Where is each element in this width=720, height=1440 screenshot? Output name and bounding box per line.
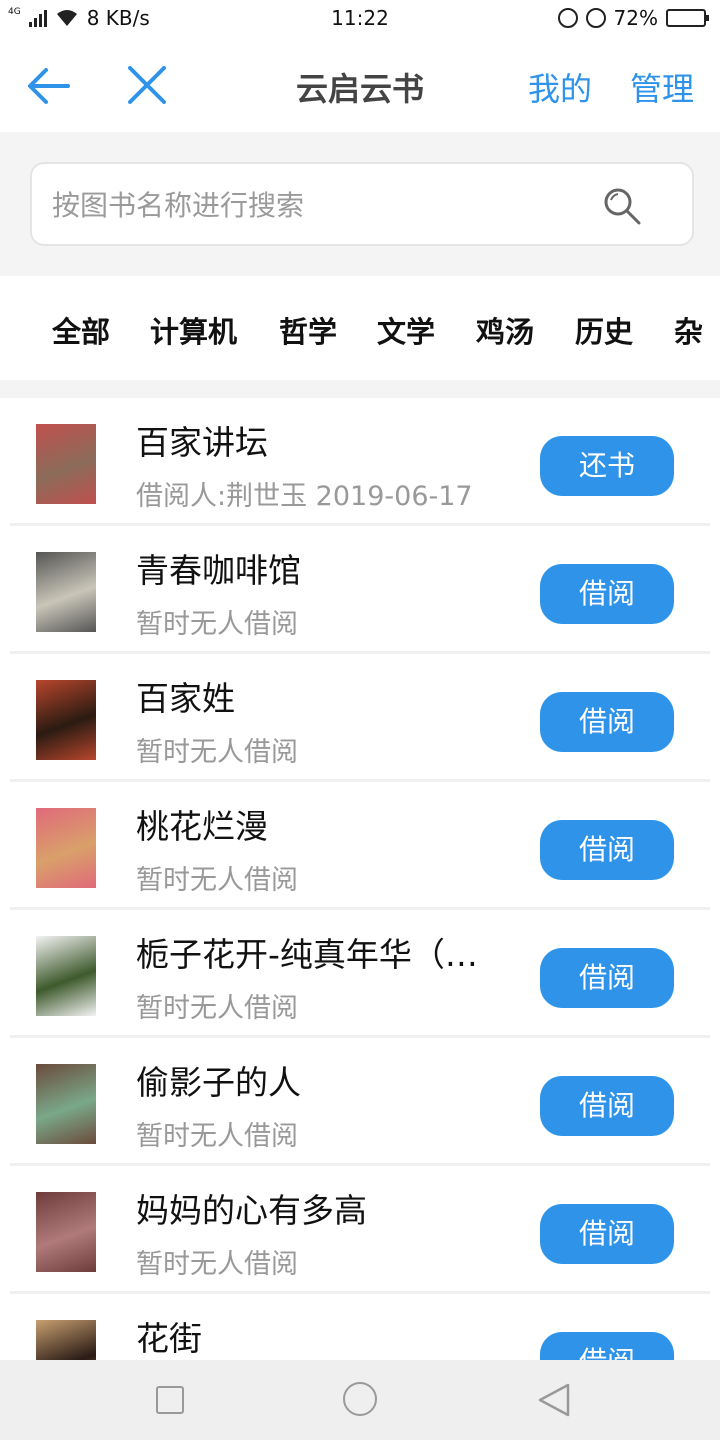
book-status: 暂时无人借阅 <box>136 737 298 768</box>
book-row[interactable]: 妈妈的心有多高 暂时无人借阅 借阅 <box>10 1166 710 1294</box>
status-bar: 4G 8 KB/s 11:22 72% <box>0 0 720 38</box>
book-cover <box>36 1320 96 1360</box>
rotation-lock-icon <box>557 8 578 28</box>
book-title: 百家讲坛 <box>136 423 268 462</box>
borrow-button[interactable]: 借阅 <box>540 1204 674 1264</box>
manage-link[interactable]: 管理 <box>630 64 694 110</box>
book-row[interactable]: 偷影子的人 暂时无人借阅 借阅 <box>10 1038 710 1166</box>
search-box[interactable] <box>30 162 694 246</box>
status-right: 72% <box>557 6 709 30</box>
book-row[interactable]: 花街 借阅 <box>10 1294 710 1360</box>
page-title: 云启云书 <box>295 70 424 108</box>
category-misc[interactable]: 杂 <box>674 309 703 351</box>
book-cover <box>36 808 96 888</box>
return-button[interactable]: 还书 <box>540 436 674 496</box>
book-status: 暂时无人借阅 <box>136 1249 298 1280</box>
alarm-icon <box>585 8 606 28</box>
borrow-button[interactable]: 借阅 <box>540 1332 674 1360</box>
book-cover <box>36 680 96 760</box>
book-row[interactable]: 栀子花开-纯真年华（… 暂时无人借阅 借阅 <box>10 910 710 1038</box>
borrow-button[interactable]: 借阅 <box>540 692 674 752</box>
mine-link[interactable]: 我的 <box>528 64 592 110</box>
category-tabs: 全部 计算机 哲学 文学 鸡汤 历史 杂 <box>0 276 720 380</box>
book-row[interactable]: 青春咖啡馆 暂时无人借阅 借阅 <box>10 526 710 654</box>
book-status: 暂时无人借阅 <box>136 1121 298 1152</box>
book-title: 桃花烂漫 <box>136 807 268 846</box>
borrow-button[interactable]: 借阅 <box>540 1076 674 1136</box>
book-title: 栀子花开-纯真年华（… <box>136 935 478 974</box>
book-title: 青春咖啡馆 <box>136 551 301 590</box>
borrow-button[interactable]: 借阅 <box>540 564 674 624</box>
borrow-button[interactable]: 借阅 <box>540 820 674 880</box>
book-row[interactable]: 百家姓 暂时无人借阅 借阅 <box>10 654 710 782</box>
nav-bar: 云启云书 我的 管理 <box>0 38 720 132</box>
category-literature[interactable]: 文学 <box>377 309 435 351</box>
book-cover <box>36 424 96 504</box>
book-cover <box>36 552 96 632</box>
search-section <box>0 132 720 276</box>
book-row[interactable]: 百家讲坛 借阅人:荆世玉 2019-06-17 还书 <box>10 398 710 526</box>
book-title: 百家姓 <box>136 679 235 718</box>
book-status: 借阅人:荆世玉 2019-06-17 <box>136 481 473 512</box>
category-history[interactable]: 历史 <box>575 309 633 351</box>
book-status: 暂时无人借阅 <box>136 865 298 896</box>
book-title: 妈妈的心有多高 <box>136 1191 367 1230</box>
battery-icon <box>666 9 709 27</box>
home-icon[interactable] <box>343 1382 377 1416</box>
book-cover <box>36 1064 96 1144</box>
book-cover <box>36 936 96 1016</box>
battery-percent: 72% <box>613 6 658 30</box>
book-status: 暂时无人借阅 <box>136 993 298 1024</box>
book-row[interactable]: 桃花烂漫 暂时无人借阅 借阅 <box>10 782 710 910</box>
search-input[interactable] <box>52 184 592 226</box>
search-icon[interactable] <box>602 186 642 226</box>
category-all[interactable]: 全部 <box>52 309 110 351</box>
book-status: 暂时无人借阅 <box>136 609 298 640</box>
book-title: 偷影子的人 <box>136 1063 301 1102</box>
category-philosophy[interactable]: 哲学 <box>279 309 337 351</box>
system-nav-bar <box>0 1360 720 1440</box>
book-list: 百家讲坛 借阅人:荆世玉 2019-06-17 还书 青春咖啡馆 暂时无人借阅 … <box>0 398 720 1360</box>
category-computer[interactable]: 计算机 <box>150 309 237 351</box>
back-triangle-icon[interactable] <box>536 1382 572 1418</box>
book-title: 花街 <box>136 1319 202 1358</box>
category-chicken-soup[interactable]: 鸡汤 <box>476 309 534 351</box>
recent-apps-icon[interactable] <box>156 1386 184 1414</box>
book-cover <box>36 1192 96 1272</box>
borrow-button[interactable]: 借阅 <box>540 948 674 1008</box>
